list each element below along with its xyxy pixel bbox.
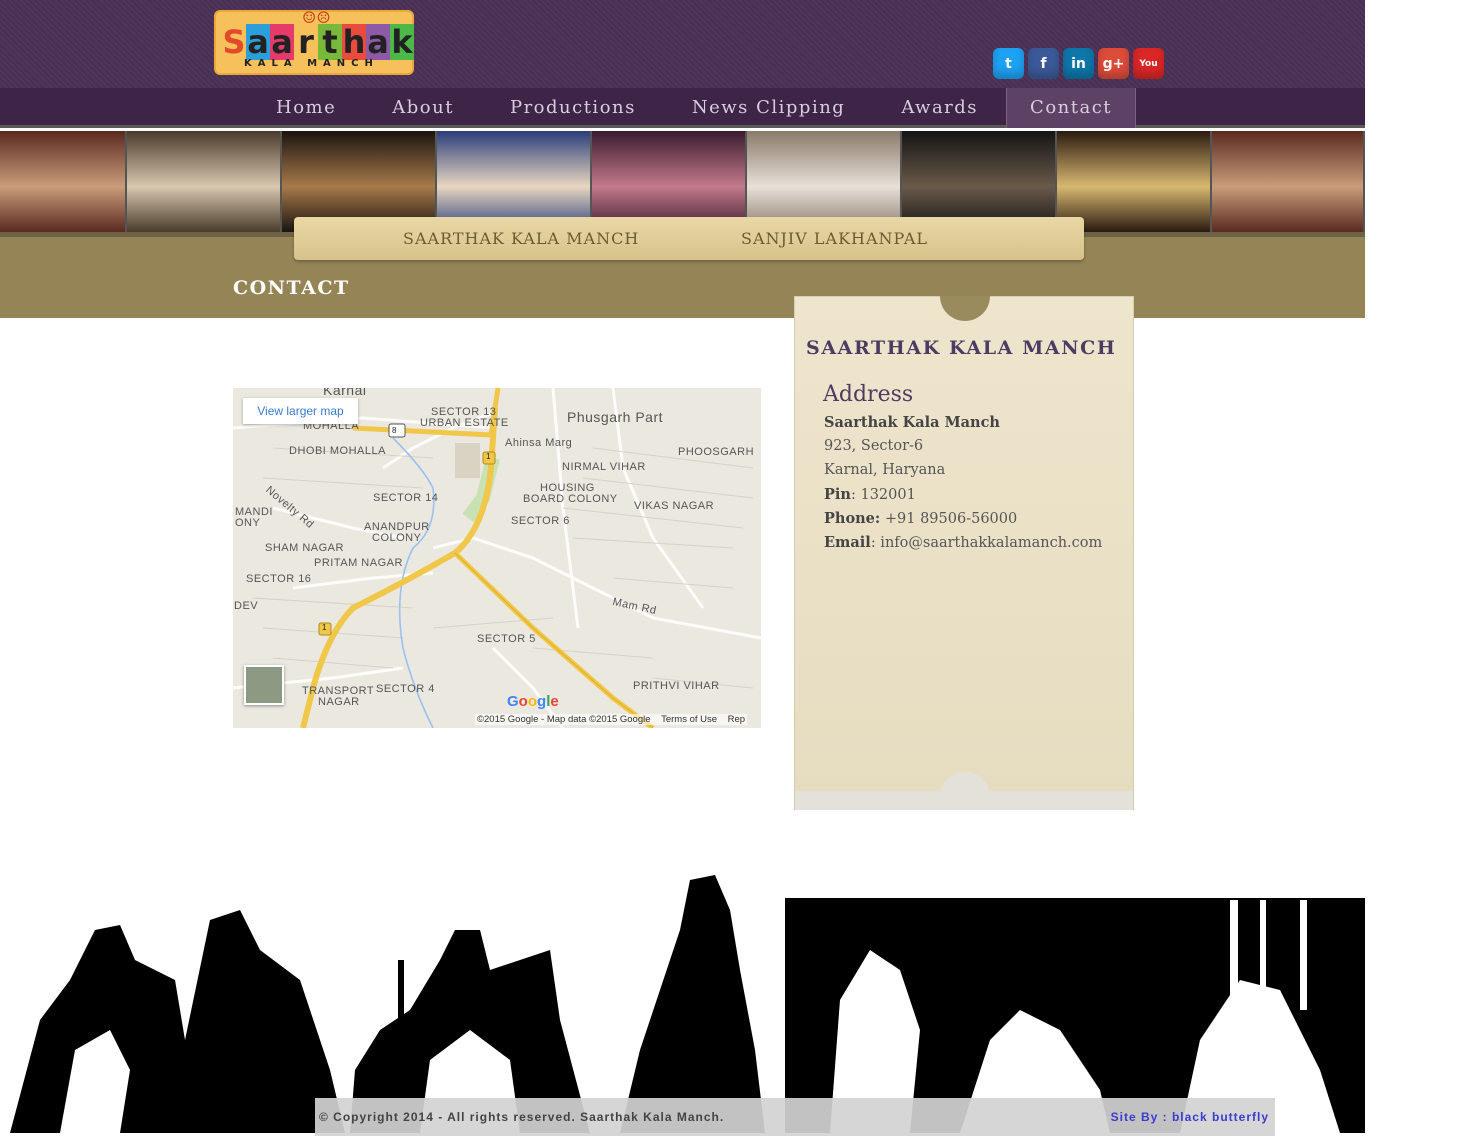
nav-item-productions[interactable]: Productions: [482, 88, 664, 128]
logo-letter: h: [342, 23, 366, 61]
logo-letter: a: [246, 23, 270, 61]
logo-subtitle: KALA MANCH: [244, 58, 379, 69]
map-label: DEV: [234, 600, 259, 612]
strip-photo: [1212, 131, 1365, 232]
contact-org-title: SAARTHAK KALA MANCH: [806, 337, 1117, 359]
logo-letter: k: [390, 23, 414, 61]
map-label: ONY: [235, 517, 261, 529]
nav-item-about[interactable]: About: [364, 88, 482, 128]
map-label: Ahinsa Marg: [505, 437, 573, 449]
address-line-2: Karnal, Haryana: [824, 462, 946, 478]
map-label: SHAM NAGAR: [265, 542, 344, 554]
performers-silhouette: [10, 875, 1365, 1133]
site-header: ☺☹ Saarthak KALA MANCH t f in g+ You: [0, 0, 1365, 88]
contact-email[interactable]: Email: info@saarthakkalamanch.com: [824, 534, 1102, 551]
subnav-sanjiv[interactable]: SANJIV LAKHANPAL: [741, 229, 928, 248]
map-label: DHOBI MOHALLA: [289, 445, 386, 457]
satellite-toggle[interactable]: [244, 665, 284, 705]
map-label: BOARD COLONY: [523, 493, 618, 505]
nav-item-contact[interactable]: Contact: [1006, 88, 1137, 128]
nav-item-awards[interactable]: Awards: [873, 88, 1006, 128]
main-nav-list: Home About Productions News Clipping Awards C…: [248, 88, 1137, 128]
map-label: Phusgarh Part: [567, 409, 663, 425]
nav-item-news-clipping[interactable]: News Clipping: [664, 88, 873, 128]
google-logo: Google: [507, 693, 559, 710]
card-notch: [940, 296, 990, 321]
map-label: NAGAR: [318, 696, 360, 708]
card-notch-bottom: [940, 772, 990, 797]
map-label: SECTOR 6: [511, 515, 570, 527]
main-nav: Home About Productions News Clipping Awards C…: [0, 88, 1365, 128]
map-label: PHOOSGARH: [678, 446, 755, 458]
logo-letter: r: [294, 24, 318, 60]
map-label: PRITHVI VIHAR: [633, 680, 720, 692]
nav-item-home[interactable]: Home: [248, 88, 364, 128]
page-title: CONTACT: [233, 277, 350, 299]
youtube-icon[interactable]: You: [1133, 48, 1164, 79]
copyright-text: © Copyright 2014 - All rights reserved. …: [319, 1110, 725, 1124]
twitter-icon[interactable]: t: [993, 48, 1024, 79]
map-label: COLONY: [372, 532, 422, 544]
map-label: PRITAM NAGAR: [314, 557, 403, 569]
social-links: t f in g+ You: [993, 48, 1164, 79]
map-label: Karnal: [323, 388, 367, 398]
view-larger-map-link[interactable]: View larger map: [243, 398, 358, 424]
contact-name: Saarthak Kala Manch: [824, 414, 1000, 431]
facebook-icon[interactable]: f: [1028, 48, 1059, 79]
map-label: VIKAS NAGAR: [634, 500, 715, 512]
map-label: NIRMAL VIHAR: [562, 461, 646, 473]
map-attribution: ©2015 Google - Map data ©2015 Google Ter…: [475, 714, 748, 725]
footer-bar: © Copyright 2014 - All rights reserved. …: [315, 1098, 1275, 1136]
map-label: SECTOR 14: [373, 492, 439, 504]
logo-letter: a: [270, 23, 294, 61]
map-report-link[interactable]: Rep: [728, 714, 745, 725]
address-line-1: 923, Sector-6: [824, 438, 924, 454]
googleplus-icon[interactable]: g+: [1098, 48, 1129, 79]
logo-letter: S: [222, 23, 246, 61]
highway-shield: 1: [486, 452, 491, 461]
logo-word: Saarthak: [222, 24, 414, 60]
site-logo[interactable]: ☺☹ Saarthak KALA MANCH: [214, 8, 414, 75]
map-terms-link[interactable]: Terms of Use: [661, 714, 717, 725]
site-by-link[interactable]: Site By : black butterfly: [1111, 1110, 1269, 1124]
google-map[interactable]: Karnal MOHALLA SECTOR 13 URBAN ESTATE Ph…: [233, 388, 761, 728]
highway-shield: 1: [322, 623, 327, 632]
contact-pin: Pin: 132001: [824, 486, 916, 503]
map-label: SECTOR 4: [376, 683, 435, 695]
map-label: SECTOR 16: [246, 573, 312, 585]
linkedin-icon[interactable]: in: [1063, 48, 1094, 79]
map-copyright: ©2015 Google - Map data ©2015 Google: [477, 714, 651, 725]
contact-phone: Phone: +91 89506-56000: [824, 510, 1018, 527]
subnav-saarthak[interactable]: SAARTHAK KALA MANCH: [403, 229, 639, 248]
logo-letter: t: [318, 24, 342, 60]
highway-shield: 8: [392, 426, 397, 435]
sub-nav: SAARTHAK KALA MANCH SANJIV LAKHANPAL: [294, 217, 1084, 260]
map-roads: [233, 388, 761, 728]
map-label: URBAN ESTATE: [420, 417, 509, 429]
strip-photo: [0, 131, 127, 232]
footer-silhouette-art: [0, 870, 1365, 1133]
address-heading: Address: [823, 382, 914, 407]
map-label: SECTOR 5: [477, 633, 536, 645]
logo-letter: a: [366, 23, 390, 61]
strip-photo: [127, 131, 282, 232]
contact-card: SAARTHAK KALA MANCH Address Saarthak Kal…: [794, 296, 1134, 810]
